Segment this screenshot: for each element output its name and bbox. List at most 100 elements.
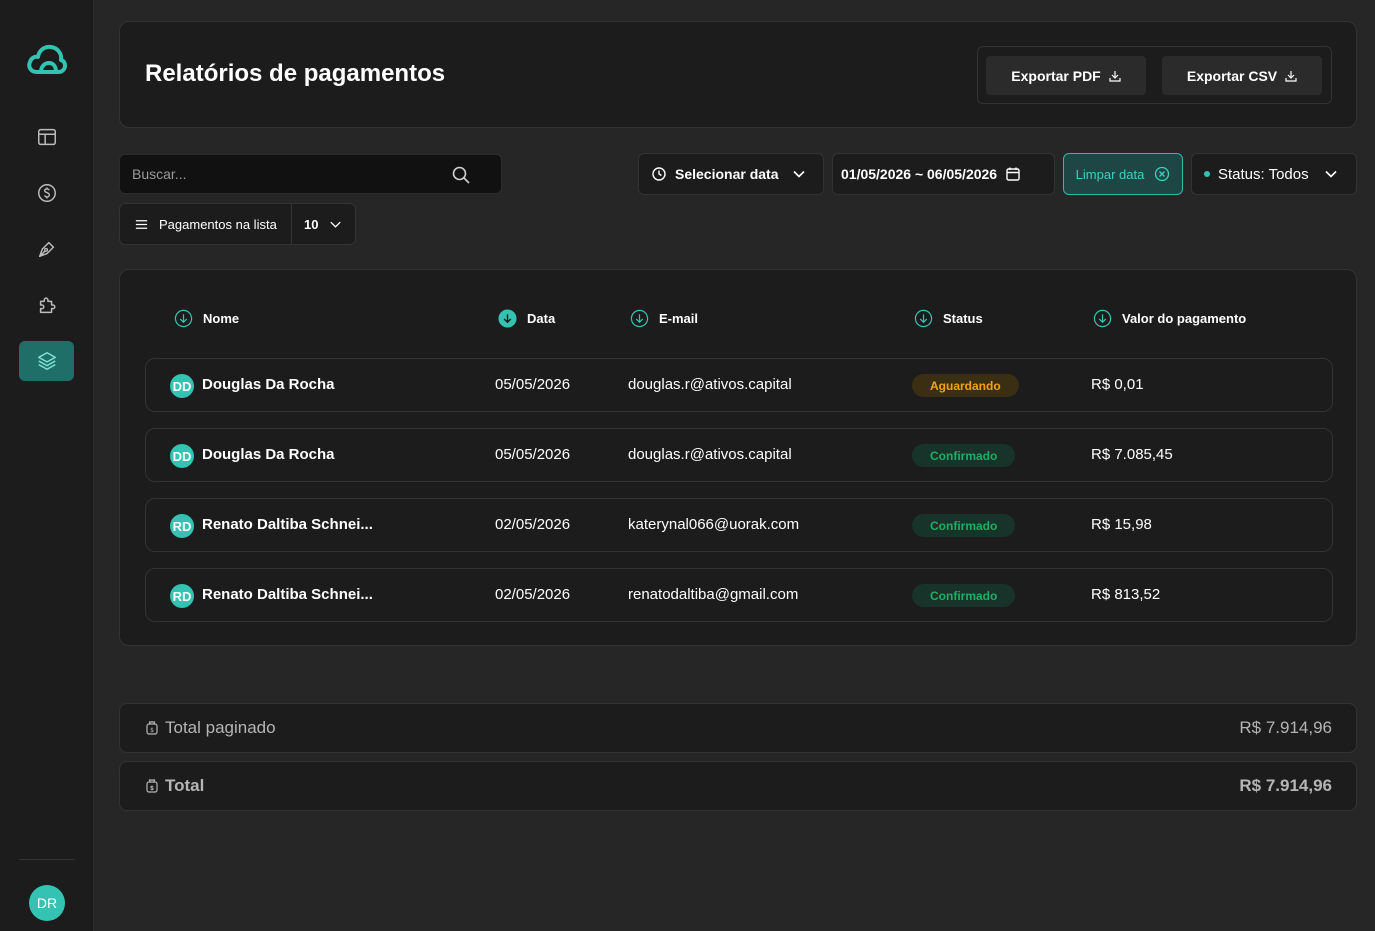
clock-icon [652,167,666,181]
nav-payments[interactable] [19,173,74,213]
row-email: douglas.r@ativos.capital [628,376,792,393]
row-email: katerynal066@uorak.com [628,516,800,533]
column-label: Nome [203,311,240,326]
puzzle-icon [39,297,56,314]
close-circle-icon [1155,166,1170,182]
column-label: E-mail [659,311,699,326]
row-value: R$ 15,98 [1091,516,1152,533]
status-filter-label: Status: Todos [1218,165,1309,183]
export-csv-label: Exportar CSV [1186,67,1278,84]
date-range-value: 01/05/2026 ~ 06/05/2026 [841,166,998,182]
nav-reports[interactable] [19,341,74,381]
chevron-down-icon [792,170,805,178]
status-badge: Confirmado [912,444,1016,467]
svg-text:$: $ [150,727,154,734]
column-label: Valor do pagamento [1122,311,1247,326]
status-filter-dropdown[interactable]: Status: Todos [1191,153,1357,195]
sidebar: DR [0,0,94,931]
download-icon [1285,70,1297,82]
svg-text:$: $ [150,785,154,792]
sort-down-icon [630,309,649,328]
per-page-label: Pagamentos na lista [159,216,277,232]
row-date: 02/05/2026 [495,516,571,533]
row-email: renatodaltiba@gmail.com [628,586,799,603]
per-page-control: Pagamentos na lista 10 [119,203,356,245]
export-group: Exportar PDF Exportar CSV [977,46,1332,104]
row-value: R$ 813,52 [1091,586,1161,603]
row-name: Douglas Da Rocha [202,446,335,463]
row-name: Renato Daltiba Schnei... [202,586,373,603]
row-name: Renato Daltiba Schnei... [202,516,373,533]
column-header-data[interactable]: Data [498,309,555,328]
select-date-label: Selecionar data [675,166,779,182]
layers-icon [37,352,56,370]
total-value: R$ 7.914,96 [1239,776,1332,795]
clear-date-label: Limpar data [1075,166,1145,182]
layout-icon [37,128,56,146]
row-value: R$ 7.085,45 [1091,446,1173,463]
per-page-label-group: Pagamentos na lista [120,204,292,244]
row-avatar: RD [170,584,194,608]
menu-icon [135,219,148,229]
total-label-group: $ Total [145,776,204,796]
column-label: Status [943,311,983,326]
nav-integrations[interactable] [19,285,74,325]
search-icon[interactable] [451,165,471,185]
row-date: 02/05/2026 [495,586,571,603]
per-page-value: 10 [304,216,319,232]
date-range-field[interactable]: 01/05/2026 ~ 06/05/2026 [832,153,1055,195]
sidebar-divider [19,859,74,860]
row-email: douglas.r@ativos.capital [628,446,792,463]
export-pdf-button[interactable]: Exportar PDF [986,56,1146,95]
row-name: Douglas Da Rocha [202,376,335,393]
row-avatar: RD [170,514,194,538]
export-csv-button[interactable]: Exportar CSV [1162,56,1322,95]
column-header-nome[interactable]: Nome [174,309,239,328]
status-badge: Confirmado [912,584,1016,607]
download-icon [1109,70,1121,82]
status-badge: Confirmado [912,514,1016,537]
table-row[interactable]: DD Douglas Da Rocha 05/05/2026 douglas.r… [145,358,1333,412]
total-label: Total [165,776,205,795]
table-row[interactable]: RD Renato Daltiba Schnei... 02/05/2026 r… [145,568,1333,622]
chevron-down-icon [330,221,342,228]
row-avatar: DD [170,444,194,468]
total-card: $ Total R$ 7.914,96 [119,761,1357,811]
user-avatar[interactable]: DR [29,885,65,921]
column-header-email[interactable]: E-mail [630,309,698,328]
clear-date-button[interactable]: Limpar data [1063,153,1183,195]
row-value: R$ 0,01 [1091,376,1144,393]
column-header-valor[interactable]: Valor do pagamento [1093,309,1246,328]
search-box [119,154,502,194]
per-page-select[interactable]: 10 [292,217,343,232]
dollar-icon [37,184,56,202]
paged-total-card: $ Total paginado R$ 7.914,96 [119,703,1357,753]
sort-down-icon [1093,309,1112,328]
column-header-status[interactable]: Status [914,309,983,328]
nav-dashboard[interactable] [19,117,74,157]
column-label: Data [527,311,556,326]
payments-table: Nome Data E-mail Status Valor do pagamen… [119,269,1357,646]
table-row[interactable]: DD Douglas Da Rocha 05/05/2026 douglas.r… [145,428,1333,482]
table-row[interactable]: RD Renato Daltiba Schnei... 02/05/2026 k… [145,498,1333,552]
export-pdf-label: Exportar PDF [1011,67,1101,84]
search-input[interactable] [132,164,442,184]
paged-total-label: Total paginado [165,718,276,737]
calendar-icon [1006,167,1020,181]
nav-design[interactable] [19,229,74,269]
money-bag-icon: $ [146,721,158,735]
pen-icon [38,241,54,258]
row-avatar: DD [170,374,194,398]
cloud-logo-icon[interactable] [27,42,67,76]
paged-total-label-group: $ Total paginado [145,718,276,738]
paged-total-value: R$ 7.914,96 [1239,718,1332,737]
sort-down-active-icon [498,309,517,328]
row-date: 05/05/2026 [495,376,571,393]
page-title: Relatórios de pagamentos [145,60,446,87]
chevron-down-icon [1325,170,1337,178]
sort-down-icon [174,309,193,328]
header-card: Relatórios de pagamentos Exportar PDF Ex… [119,21,1357,128]
status-badge: Aguardando [912,374,1019,397]
select-date-button[interactable]: Selecionar data [638,153,824,195]
status-dot-icon [1204,171,1210,177]
